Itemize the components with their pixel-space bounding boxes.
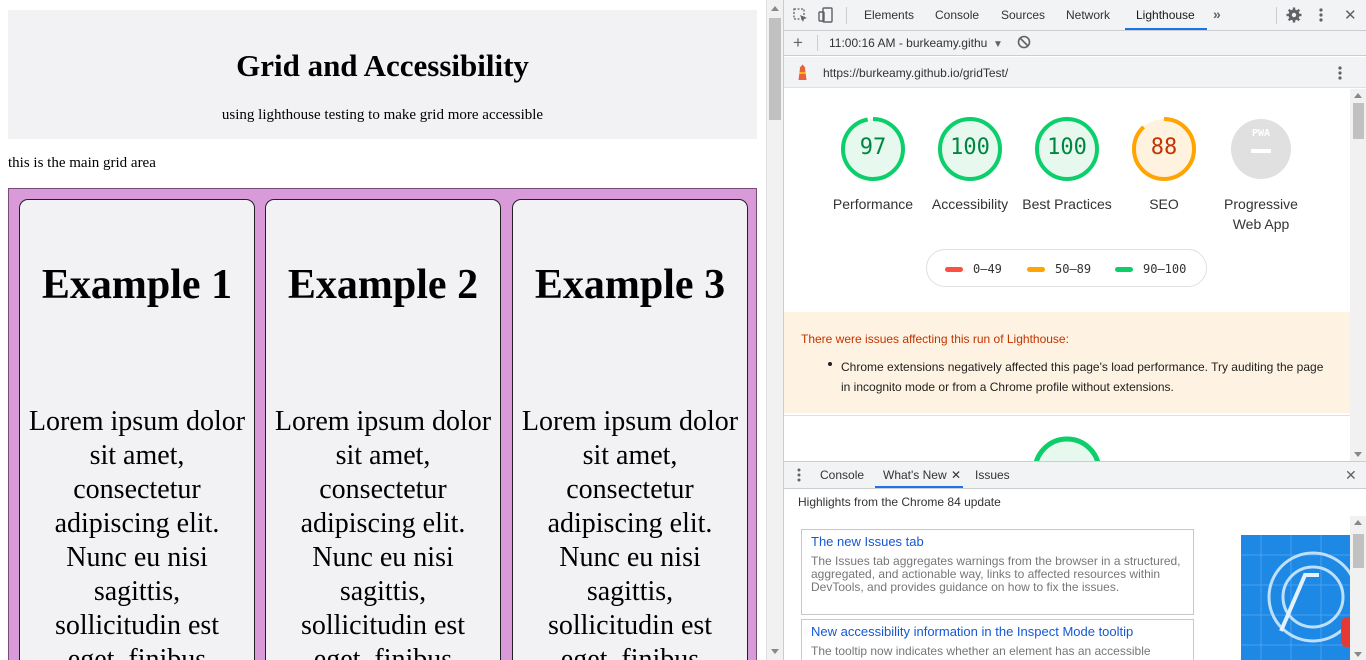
close-tab-icon[interactable]: ✕	[951, 468, 961, 483]
drawer-menu-kebab-icon[interactable]	[797, 468, 801, 485]
score-value: 97	[859, 135, 887, 160]
clear-reports-icon[interactable]	[1017, 35, 1031, 52]
warning-item: Chrome extensions negatively affected th…	[841, 360, 1324, 394]
lighthouse-logo-icon	[795, 64, 810, 84]
legend-swatch-orange	[1027, 267, 1045, 272]
news-description: The Issues tab aggregates warnings from …	[811, 554, 1181, 594]
dropdown-arrow-icon[interactable]: ▼	[993, 37, 1003, 52]
scroll-down-arrow-icon[interactable]	[1354, 452, 1362, 457]
card-heading: Example 1	[41, 262, 233, 308]
scrollbar-thumb[interactable]	[1353, 103, 1364, 139]
scroll-up-arrow-icon[interactable]	[1354, 520, 1362, 525]
tab-lighthouse[interactable]: Lighthouse	[1136, 8, 1195, 22]
legend-swatch-green	[1115, 267, 1133, 272]
score-label: SEO	[1149, 196, 1179, 212]
lighthouse-report: 97 Performance 100 Accessibility 100 Best Pra…	[784, 89, 1350, 461]
devtools-panel: Elements Console Sources Network Lightho…	[783, 0, 1366, 660]
new-report-plus-icon[interactable]: +	[793, 34, 803, 51]
score-gauge[interactable]: 100 Best Practices	[1017, 115, 1117, 214]
card-text: Lorem ipsum dolor sit amet, consectetur …	[28, 406, 246, 660]
scrollbar-thumb[interactable]	[769, 18, 781, 120]
score-legend: 0–49 50–89 90–100	[926, 249, 1207, 287]
score-gauge[interactable]: 88 SEO	[1114, 115, 1214, 214]
tab-network[interactable]: Network	[1066, 8, 1110, 22]
score-value: 100	[950, 135, 990, 160]
warning-title: There were issues affecting this run of …	[801, 332, 1069, 346]
card-heading: Example 2	[287, 262, 479, 308]
legend-range: 50–89	[1055, 262, 1092, 276]
run-warnings: There were issues affecting this run of …	[784, 312, 1350, 413]
score-ring	[1231, 119, 1291, 179]
pwa-dash	[1251, 149, 1271, 153]
lighthouse-toolbar: + 11:00:16 AM - burkeamy.githu ▼	[784, 31, 1366, 56]
drawer-tab-whats-new[interactable]: What's New	[883, 468, 947, 482]
legend-range: 0–49	[973, 262, 1002, 276]
score-value: 100	[1047, 135, 1087, 160]
drawer-tab-console[interactable]: Console	[820, 468, 864, 482]
close-devtools-icon[interactable]: ✕	[1344, 8, 1357, 23]
score-label: Progressive Web App	[1224, 196, 1298, 232]
active-tab-indicator	[1125, 28, 1207, 30]
scroll-up-arrow-icon[interactable]	[771, 6, 779, 11]
chrome-84-promo-image	[1241, 535, 1351, 660]
devtools-tabbar: Elements Console Sources Network Lightho…	[784, 0, 1366, 31]
report-menu-kebab-icon[interactable]	[1338, 65, 1342, 84]
report-selector[interactable]: 11:00:16 AM - burkeamy.githu	[829, 36, 987, 50]
more-tabs-chevron-icon[interactable]: »	[1213, 7, 1221, 22]
device-toolbar-icon[interactable]	[818, 7, 834, 26]
main-grid: Example 1 Lorem ipsum dolor sit amet, co…	[8, 188, 757, 660]
score-label: Performance	[832, 196, 914, 212]
card-heading: Example 3	[534, 262, 726, 308]
card-text: Lorem ipsum dolor sit amet, consectetur …	[521, 406, 739, 660]
audited-url: https://burkeamy.github.io/gridTest/	[823, 66, 1009, 80]
tab-console[interactable]: Console	[935, 8, 979, 22]
page-scrollbar[interactable]	[766, 0, 783, 660]
scroll-down-arrow-icon[interactable]	[1354, 652, 1362, 657]
page-subtitle: using lighthouse testing to make grid mo…	[221, 107, 544, 123]
drawer-tab-issues[interactable]: Issues	[975, 468, 1010, 482]
page-viewport: Grid and Accessibility using lighthouse …	[0, 0, 766, 660]
legend-swatch-red	[945, 267, 963, 272]
drawer-scrollbar[interactable]	[1350, 516, 1366, 660]
whats-new-heading: Highlights from the Chrome 84 update	[798, 495, 1001, 509]
grid-card: Example 2 Lorem ipsum dolor sit amet, co…	[265, 199, 501, 660]
close-drawer-icon[interactable]: ✕	[1345, 468, 1357, 483]
pwa-badge-icon: PWA	[1251, 128, 1271, 139]
bullet-icon	[828, 362, 832, 366]
legend-range: 90–100	[1143, 262, 1187, 276]
kebab-menu-icon[interactable]	[1319, 7, 1323, 26]
card-text: Lorem ipsum dolor sit amet, consectetur …	[274, 406, 492, 660]
page-header: Grid and Accessibility using lighthouse …	[8, 10, 757, 139]
score-gauge[interactable]: PWA Progressive Web App	[1211, 115, 1311, 234]
news-title-link[interactable]: The new Issues tab	[811, 534, 924, 549]
page-title: Grid and Accessibility	[236, 48, 529, 83]
score-gauge[interactable]: 97 Performance	[823, 115, 923, 214]
lighthouse-url-bar: https://burkeamy.github.io/gridTest/	[784, 57, 1366, 88]
news-card[interactable]: New accessibility information in the Ins…	[801, 619, 1194, 660]
tab-elements[interactable]: Elements	[864, 8, 914, 22]
news-card[interactable]: The new Issues tab The Issues tab aggreg…	[801, 529, 1194, 615]
score-label: Accessibility	[931, 196, 1009, 212]
news-title-link[interactable]: New accessibility information in the Ins…	[811, 624, 1133, 639]
scroll-up-arrow-icon[interactable]	[1354, 93, 1362, 98]
score-value: 88	[1150, 135, 1178, 160]
scroll-down-arrow-icon[interactable]	[771, 649, 779, 654]
grid-card: Example 3 Lorem ipsum dolor sit amet, co…	[512, 199, 748, 660]
main-grid-note: this is the main grid area	[8, 155, 156, 171]
score-label: Best Practices	[1022, 196, 1112, 212]
score-gauge[interactable]: 100 Accessibility	[920, 115, 1020, 214]
tab-sources[interactable]: Sources	[1001, 8, 1045, 22]
category-gauge-partial	[1033, 436, 1101, 461]
grid-card: Example 1 Lorem ipsum dolor sit amet, co…	[19, 199, 255, 660]
report-scrollbar[interactable]	[1350, 89, 1366, 461]
devtools-drawer: Console What's New ✕ Issues ✕ Highlights…	[784, 461, 1366, 660]
section-divider	[784, 415, 1350, 416]
active-tab-indicator	[875, 486, 963, 488]
drawer-tabbar: Console What's New ✕ Issues ✕	[784, 462, 1366, 489]
scrollbar-thumb[interactable]	[1353, 534, 1364, 568]
settings-gear-icon[interactable]	[1286, 7, 1302, 26]
inspect-element-icon[interactable]	[793, 8, 808, 26]
news-description: The tooltip now indicates whether an ele…	[811, 644, 1151, 658]
